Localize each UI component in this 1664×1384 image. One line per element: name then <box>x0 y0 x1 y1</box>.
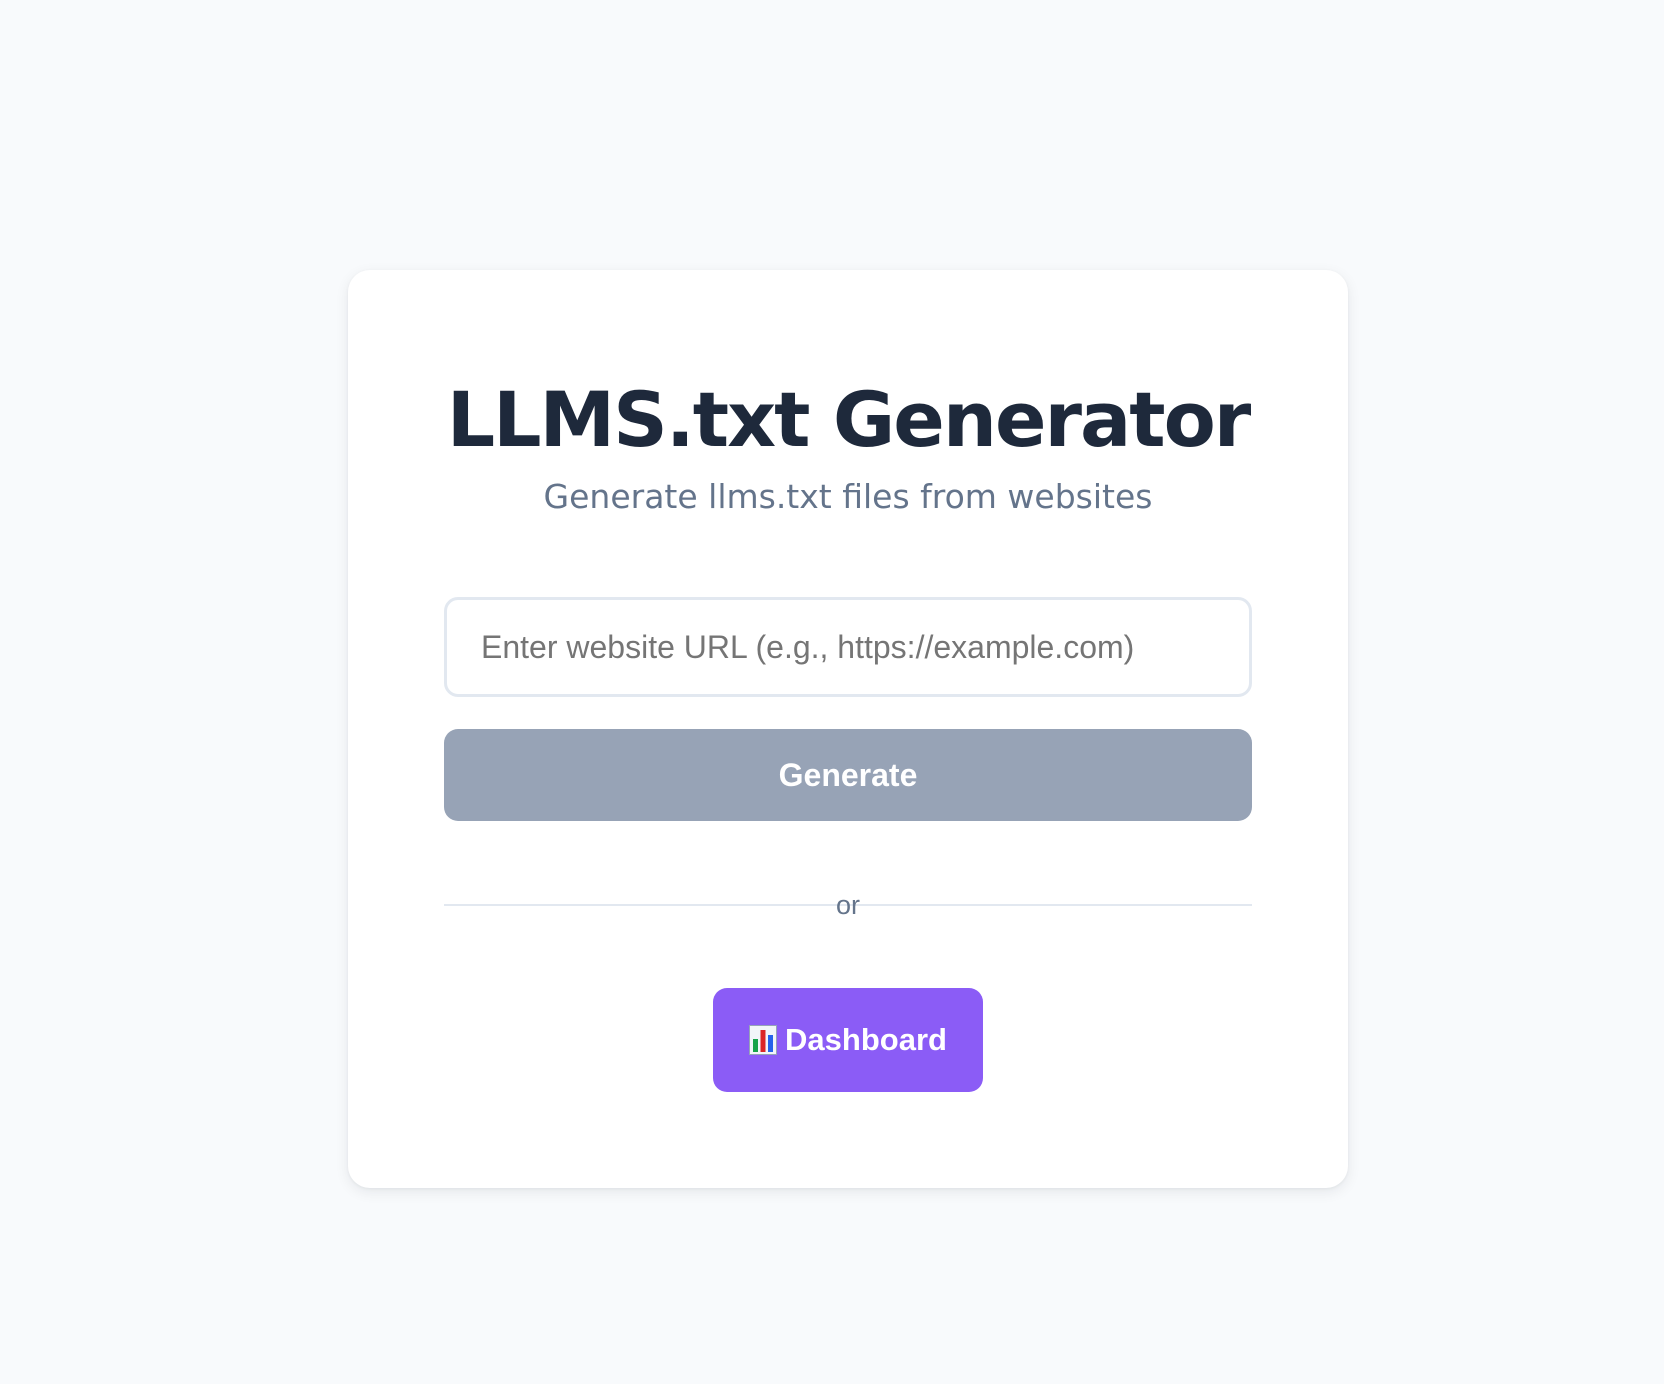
bar-chart-icon <box>749 1025 778 1055</box>
dashboard-button-label: Dashboard <box>785 1022 947 1057</box>
generate-button[interactable]: Generate <box>444 729 1252 821</box>
dashboard-button[interactable]: Dashboard <box>713 988 983 1092</box>
divider-or-text: or <box>835 890 860 920</box>
generator-card: LLMS.txt Generator Generate llms.txt fil… <box>348 270 1348 1188</box>
page-title: LLMS.txt Generator <box>446 375 1252 464</box>
url-input[interactable] <box>444 597 1252 697</box>
page-subtitle: Generate llms.txt files from websites <box>543 477 1153 516</box>
